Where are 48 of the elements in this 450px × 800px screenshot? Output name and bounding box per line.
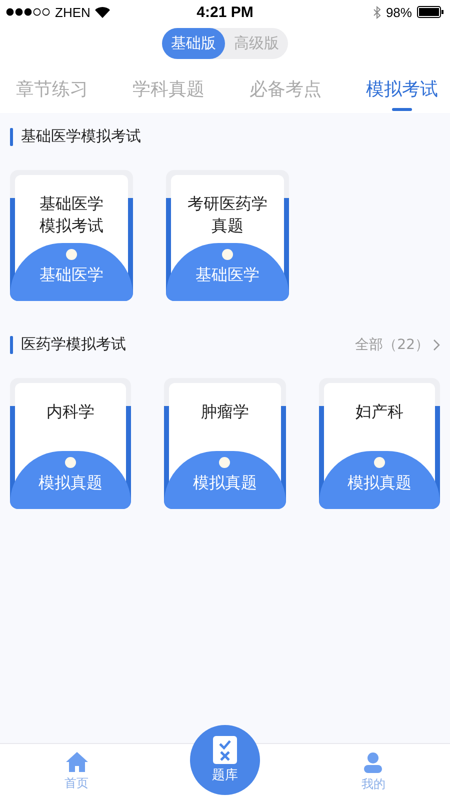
card-title-line: 考研医药学 [188, 193, 268, 215]
exam-card[interactable]: 基础医学 模拟考试 基础医学 [10, 170, 133, 301]
card-title-line: 基础医学 [40, 193, 104, 215]
version-option[interactable]: 基础版 [162, 28, 225, 59]
card-tag: 模拟真题 [192, 473, 257, 494]
version-option[interactable]: 高级版 [225, 28, 288, 59]
tab[interactable]: 模拟考试 [366, 73, 438, 113]
card-title-line: 模拟考试 [40, 215, 104, 237]
dot-icon [65, 457, 76, 468]
signal-icon [6, 8, 50, 16]
dot-icon [222, 249, 233, 260]
dot-icon [219, 457, 230, 468]
dot-icon [66, 249, 77, 260]
card-title-line: 妇产科 [355, 401, 404, 423]
status-time: 4:21 PM [196, 4, 254, 20]
card-tag: 模拟真题 [347, 473, 412, 494]
home-icon [66, 752, 88, 772]
card-title-line: 肿瘤学 [200, 401, 249, 423]
card-title-line: 内科学 [46, 401, 95, 423]
wifi-icon [95, 6, 110, 18]
bluetooth-icon [372, 6, 381, 18]
carrier-name: ZHEN [55, 4, 90, 20]
section-title: 基础医学模拟考试 [21, 127, 142, 146]
card-tag: 基础医学 [40, 265, 104, 286]
section-title: 医药学模拟考试 [21, 335, 127, 354]
exam-card[interactable]: 肿瘤学 模拟真题 [164, 378, 286, 509]
chevron-right-icon [433, 338, 440, 350]
section-marker [10, 336, 13, 354]
tab-indicator [392, 108, 412, 111]
card-tag: 模拟真题 [38, 473, 103, 494]
section-marker [10, 128, 13, 146]
tab[interactable]: 学科真题 [132, 73, 205, 113]
battery-percent: 98% [386, 4, 412, 20]
nav-item[interactable]: 我的 [333, 750, 414, 794]
dot-icon [374, 457, 385, 468]
nav-item[interactable]: 首页 [36, 751, 117, 793]
battery-icon [416, 6, 444, 18]
view-all-link[interactable]: 全部（22） [355, 336, 440, 354]
exam-card[interactable]: 内科学 模拟真题 [10, 378, 132, 509]
tab[interactable]: 章节练习 [16, 73, 88, 113]
card-tag: 基础医学 [196, 265, 260, 286]
card-title-line: 真题 [212, 215, 244, 237]
nav-item[interactable]: 题库 [190, 725, 260, 795]
checklist-icon [212, 736, 237, 764]
exam-card[interactable]: 妇产科 模拟真题 [318, 378, 440, 509]
tab[interactable]: 必备考点 [249, 73, 322, 113]
exam-card[interactable]: 考研医药学 真题 基础医学 [166, 170, 289, 301]
person-icon [364, 752, 382, 772]
